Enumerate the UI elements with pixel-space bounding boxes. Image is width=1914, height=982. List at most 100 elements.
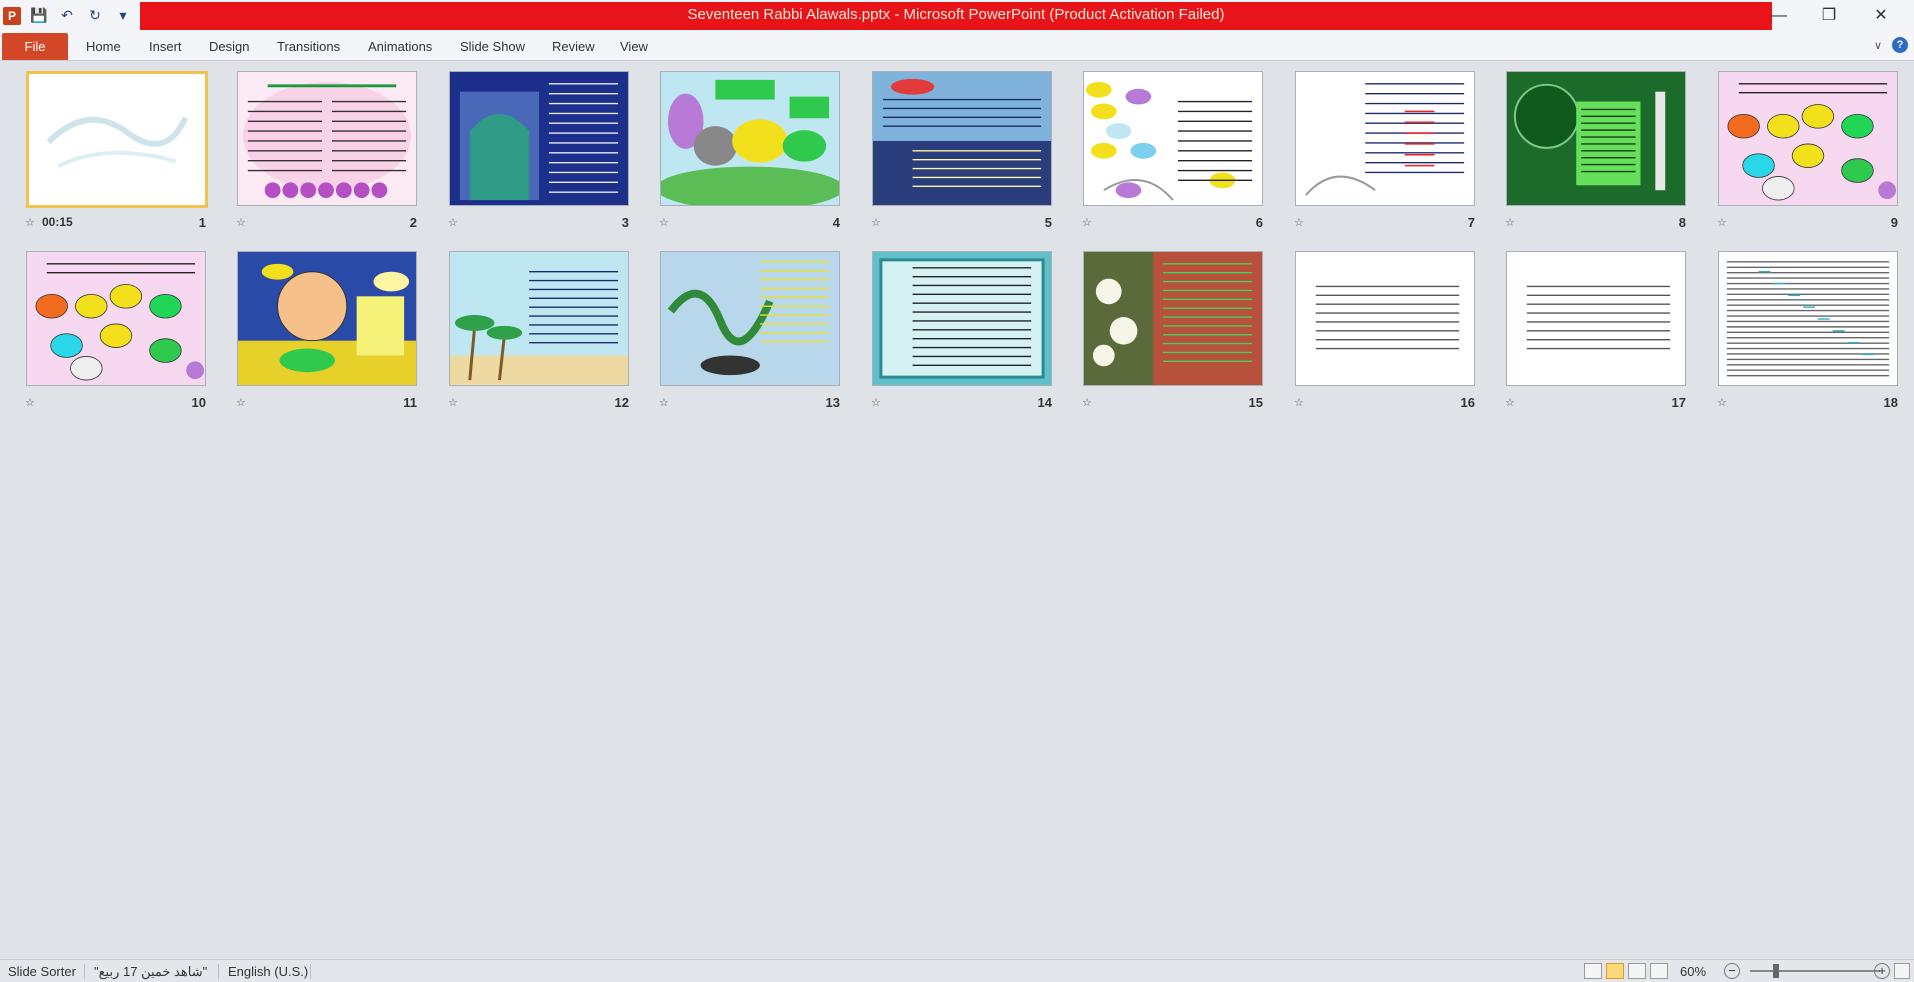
transition-icon[interactable]: ☆ <box>659 216 669 229</box>
view-name: Slide Sorter <box>8 964 76 979</box>
language-indicator[interactable]: English (U.S.) <box>228 964 308 979</box>
reading-view-icon[interactable] <box>1628 963 1646 979</box>
slide-thumbnail[interactable] <box>1295 251 1475 386</box>
slide-thumbnail[interactable] <box>237 251 417 386</box>
slide-sorter-view-icon[interactable] <box>1606 963 1624 979</box>
slide-number: 6 <box>1255 215 1263 230</box>
slide-number: 2 <box>409 215 417 230</box>
transition-icon[interactable]: ☆ <box>1294 216 1304 229</box>
slide-number: 15 <box>1248 395 1263 410</box>
normal-view-icon[interactable] <box>1584 963 1602 979</box>
minimize-icon[interactable]: — <box>1756 4 1802 28</box>
slide-thumbnail[interactable] <box>1295 71 1475 206</box>
customize-toolbar-icon[interactable]: ▾ <box>113 6 133 26</box>
status-bar: Slide Sorter "شاهد خمین 17 ربیع" English… <box>0 959 1914 982</box>
slide-timing: 00:15 <box>42 215 73 229</box>
slide-number: 17 <box>1671 395 1686 410</box>
slide-thumbnail[interactable] <box>26 251 206 386</box>
slide-number: 9 <box>1890 215 1898 230</box>
transition-icon[interactable]: ☆ <box>1717 396 1727 409</box>
tab-home[interactable]: Home <box>86 39 121 54</box>
slide-preview-image <box>1507 72 1685 205</box>
transition-icon[interactable]: ☆ <box>659 396 669 409</box>
slide-number: 14 <box>1037 395 1052 410</box>
slide-number: 4 <box>832 215 840 230</box>
slide-number: 13 <box>825 395 840 410</box>
transition-icon[interactable]: ☆ <box>1717 216 1727 229</box>
transition-icon[interactable]: ☆ <box>236 216 246 229</box>
slide-preview-image <box>873 72 1051 205</box>
transition-icon[interactable]: ☆ <box>236 396 246 409</box>
slide-thumbnail[interactable] <box>1083 71 1263 206</box>
slide-preview-image <box>1719 252 1897 385</box>
redo-icon[interactable]: ↻ <box>85 6 105 26</box>
slide-thumbnail[interactable] <box>449 251 629 386</box>
restore-icon[interactable]: ❐ <box>1806 4 1852 28</box>
slide-number: 5 <box>1044 215 1052 230</box>
status-separator <box>84 964 85 979</box>
slide-show-view-icon[interactable] <box>1650 963 1668 979</box>
slide-thumbnail[interactable] <box>237 71 417 206</box>
slide-thumbnail[interactable] <box>449 71 629 206</box>
save-icon[interactable]: 💾 <box>29 6 49 26</box>
transition-icon[interactable]: ☆ <box>25 396 35 409</box>
transition-icon[interactable]: ☆ <box>871 216 881 229</box>
slide-number: 1 <box>198 215 206 230</box>
slide-thumbnail[interactable] <box>872 251 1052 386</box>
slide-thumbnail[interactable] <box>1083 251 1263 386</box>
quick-access-toolbar: P 💾 ↶ ↻ ▾ <box>0 0 133 31</box>
slide-thumbnail[interactable] <box>1718 71 1898 206</box>
zoom-in-icon[interactable]: + <box>1874 963 1890 979</box>
file-tab[interactable]: File <box>2 33 68 60</box>
slide-number: 16 <box>1460 395 1475 410</box>
zoom-level[interactable]: 60% <box>1680 964 1706 979</box>
zoom-slider-track[interactable] <box>1750 970 1880 972</box>
tab-slide-show[interactable]: Slide Show <box>460 39 525 54</box>
help-icon[interactable]: ? <box>1892 37 1908 53</box>
zoom-out-icon[interactable]: − <box>1724 963 1740 979</box>
transition-icon[interactable]: ☆ <box>1505 396 1515 409</box>
slide-number: 12 <box>614 395 629 410</box>
slide-number: 18 <box>1883 395 1898 410</box>
close-icon[interactable]: ✕ <box>1858 4 1904 28</box>
slide-preview-image <box>1507 252 1685 385</box>
transition-icon[interactable]: ☆ <box>1082 396 1092 409</box>
undo-icon[interactable]: ↶ <box>57 6 77 26</box>
tab-design[interactable]: Design <box>209 39 249 54</box>
tab-view[interactable]: View <box>620 39 648 54</box>
slide-thumbnail[interactable] <box>1506 251 1686 386</box>
transition-icon[interactable]: ☆ <box>25 216 35 229</box>
slide-preview-image <box>1084 252 1262 385</box>
ribbon-minimize-icon[interactable]: ∨ <box>1874 39 1882 52</box>
transition-icon[interactable]: ☆ <box>448 396 458 409</box>
slide-preview-image <box>450 72 628 205</box>
slide-thumbnail[interactable] <box>660 251 840 386</box>
tab-transitions[interactable]: Transitions <box>277 39 340 54</box>
transition-icon[interactable]: ☆ <box>1082 216 1092 229</box>
slide-preview-image <box>1084 72 1262 205</box>
slide-preview-image <box>238 252 416 385</box>
slide-preview-image <box>661 252 839 385</box>
slide-preview-image <box>1296 252 1474 385</box>
slide-thumbnail[interactable] <box>1506 71 1686 206</box>
fit-to-window-icon[interactable] <box>1894 963 1910 979</box>
window-title: Seventeen Rabbi Alawals.pptx - Microsoft… <box>687 6 1225 23</box>
transition-icon[interactable]: ☆ <box>1294 396 1304 409</box>
transition-icon[interactable]: ☆ <box>448 216 458 229</box>
slide-number: 3 <box>621 215 629 230</box>
transition-icon[interactable]: ☆ <box>871 396 881 409</box>
slide-thumbnail[interactable] <box>1718 251 1898 386</box>
tab-review[interactable]: Review <box>552 39 595 54</box>
transition-icon[interactable]: ☆ <box>1505 216 1515 229</box>
tab-insert[interactable]: Insert <box>149 39 182 54</box>
theme-name[interactable]: "شاهد خمین 17 ربیع" <box>94 964 207 980</box>
slide-thumbnail[interactable] <box>26 71 208 208</box>
zoom-slider-handle[interactable] <box>1773 964 1779 978</box>
slide-number: 11 <box>403 395 417 410</box>
slide-thumbnail[interactable] <box>660 71 840 206</box>
slide-preview-image <box>661 72 839 205</box>
tab-animations[interactable]: Animations <box>368 39 432 54</box>
slide-thumbnail[interactable] <box>872 71 1052 206</box>
status-separator <box>218 964 219 979</box>
slide-preview-image <box>873 252 1051 385</box>
